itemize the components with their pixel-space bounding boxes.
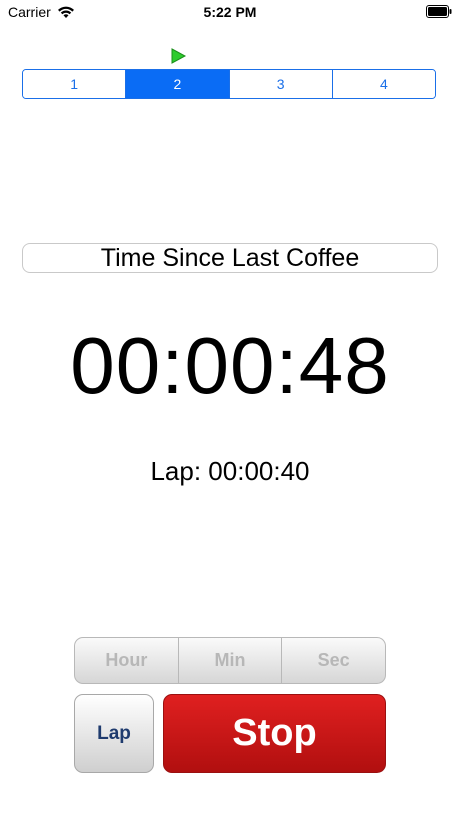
hour-button[interactable]: Hour	[75, 638, 179, 683]
elapsed-time: 00:00:48	[70, 321, 390, 410]
lap-time: Lap: 00:00:40	[150, 456, 310, 486]
timer-title-field[interactable]: Time Since Last Coffee	[22, 243, 438, 273]
lap-button[interactable]: Lap	[74, 694, 154, 773]
sec-button[interactable]: Sec	[282, 638, 385, 683]
timer-tab-1[interactable]: 1	[23, 70, 127, 98]
battery-icon	[426, 5, 452, 18]
timer-tab-4[interactable]: 4	[332, 70, 435, 98]
status-bar: Carrier 5:22 PM	[0, 0, 460, 26]
play-icon	[171, 48, 187, 64]
timer-tab-2[interactable]: 2	[126, 70, 230, 98]
timer-tab-3[interactable]: 3	[229, 70, 333, 98]
min-button[interactable]: Min	[179, 638, 283, 683]
stop-button[interactable]: Stop	[163, 694, 386, 773]
status-time: 5:22 PM	[203, 4, 257, 20]
unit-selector: Hour Min Sec	[74, 637, 386, 684]
timer-selector: 1 2 3 4	[22, 69, 436, 99]
